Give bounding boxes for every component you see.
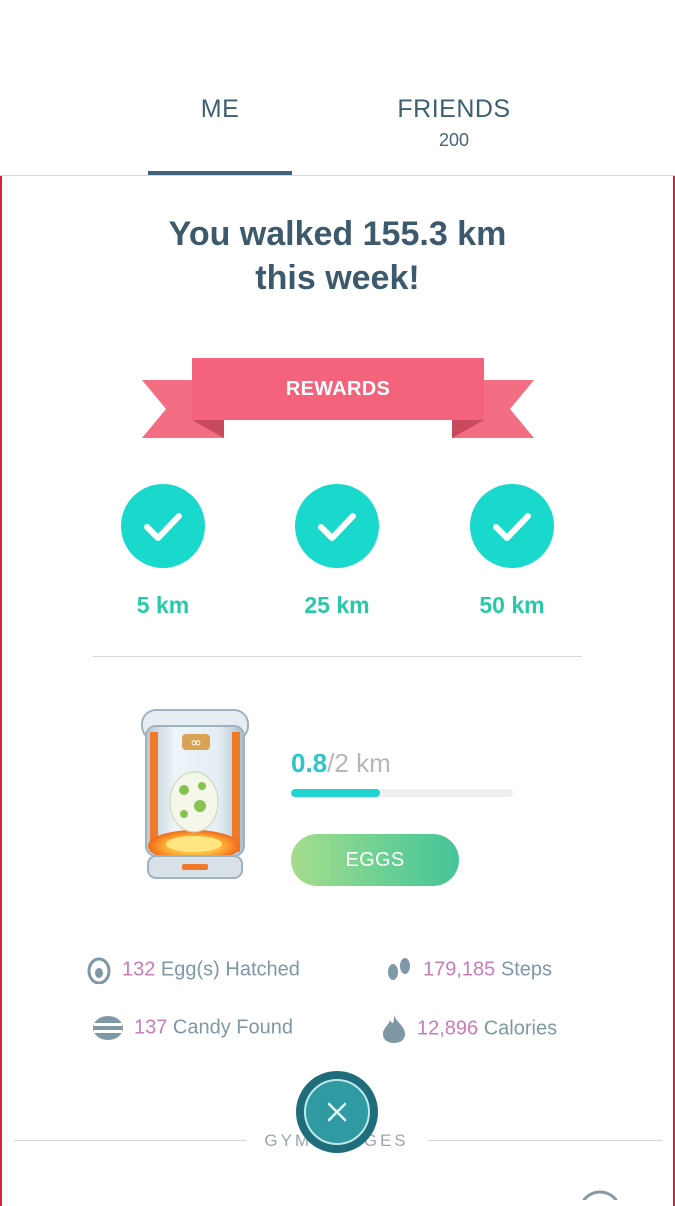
journal-panel: [0, 176, 675, 1206]
stat-value: 132: [122, 958, 156, 981]
close-icon: [297, 1072, 377, 1152]
stat-label: Egg(s) Hatched: [155, 958, 300, 981]
section-divider: [93, 656, 582, 657]
stat-candy-found: 137 Candy Found: [92, 1014, 293, 1042]
reward-milestone: 25 km: [277, 484, 397, 619]
close-button[interactable]: [296, 1071, 378, 1153]
stat-steps: 179,185 Steps: [385, 956, 552, 984]
incubator-progress-bar: [291, 789, 513, 797]
gym-badges-divider-right: [427, 1140, 662, 1141]
eggs-button[interactable]: EGGS: [291, 834, 459, 886]
flame-icon: [383, 1015, 405, 1043]
friends-count: 200: [438, 130, 470, 150]
stat-label: Steps: [495, 958, 552, 981]
svg-text:∞: ∞: [190, 735, 202, 751]
tab-me-label: ME: [200, 95, 240, 123]
headline-line-1: You walked 155.3 km: [168, 215, 507, 253]
reward-milestone-label: 5 km: [136, 592, 190, 618]
stat-value: 12,896: [417, 1017, 479, 1040]
reward-milestone: 50 km: [452, 484, 572, 619]
gym-badges-divider-left: [14, 1140, 246, 1141]
tab-bar: ME FRIENDS 200: [0, 0, 675, 176]
reward-milestone-label: 25 km: [304, 592, 370, 618]
check-icon: [121, 484, 205, 568]
egg-icon: [87, 957, 111, 984]
weekly-distance-headline: You walked 155.3 km this week!: [0, 212, 675, 300]
incubator-progress-fill: [291, 789, 380, 797]
stat-calories: 12,896 Calories: [381, 1014, 557, 1044]
distance-total: /2 km: [327, 748, 391, 778]
incubator-distance: 0.8/2 km: [291, 748, 391, 779]
check-icon: [295, 484, 379, 568]
tab-me[interactable]: ME: [148, 95, 292, 124]
egg-incubator-icon[interactable]: ∞: [136, 706, 254, 886]
stat-label: Candy Found: [167, 1016, 294, 1039]
headline-line-2: this week!: [255, 259, 420, 297]
reward-milestone-label: 50 km: [479, 592, 545, 618]
reward-milestone: 5 km: [103, 484, 223, 619]
stat-eggs-hatched: 132 Egg(s) Hatched: [86, 956, 300, 984]
stat-label: Calories: [478, 1017, 558, 1040]
footprints-icon: [388, 958, 410, 980]
distance-walked: 0.8: [291, 748, 328, 778]
tab-friends[interactable]: FRIENDS 200: [384, 95, 524, 151]
tab-friends-label: FRIENDS: [397, 95, 511, 123]
candy-icon: [93, 1016, 123, 1040]
rewards-title: REWARDS: [285, 378, 391, 400]
check-icon: [470, 484, 554, 568]
stat-value: 179,185: [423, 958, 496, 981]
stat-value: 137: [134, 1016, 168, 1039]
info-icon[interactable]: [576, 1188, 624, 1200]
